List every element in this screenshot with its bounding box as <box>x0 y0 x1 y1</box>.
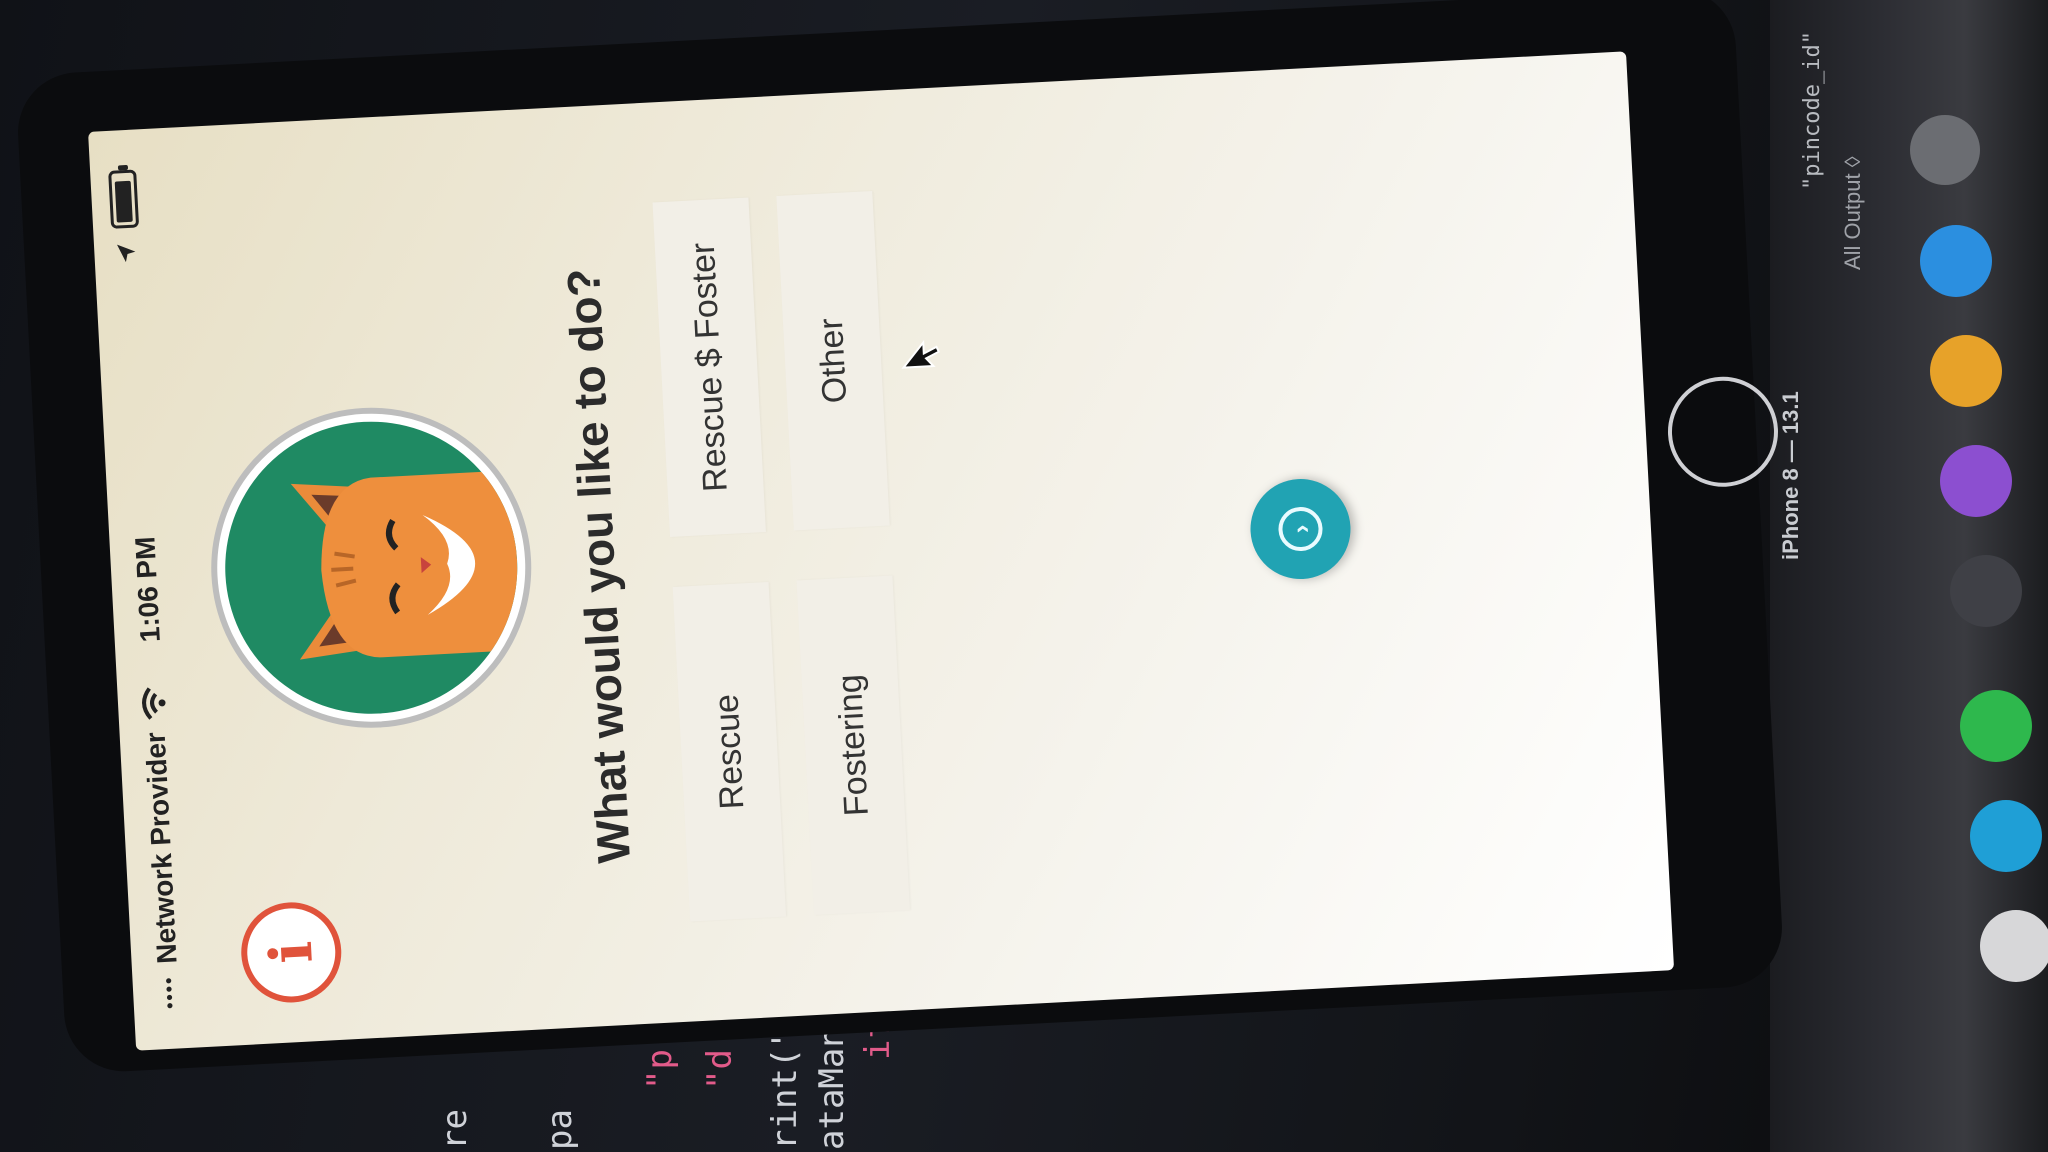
battery-icon <box>108 169 140 229</box>
books-icon[interactable] <box>1930 335 2002 407</box>
podcasts-icon[interactable] <box>1940 445 2012 517</box>
code-line: ataMan <box>812 1027 852 1150</box>
option-grid: Rescue Rescue $ Foster Fostering Other <box>652 190 910 922</box>
cat-illustration <box>217 414 525 722</box>
music-icon[interactable] <box>1950 555 2022 627</box>
code-line: re <box>435 1109 475 1150</box>
photos-icon[interactable] <box>1980 910 2048 982</box>
app-screen: •••• Network Provider 1:06 PM i What wou… <box>88 51 1674 1050</box>
location-icon <box>116 244 136 263</box>
app-store-icon[interactable] <box>1920 225 1992 297</box>
xcode-debug-area: iPhone 8 — 13.1 All Output ◊ "pincode_id… <box>1770 0 2048 1152</box>
cat-avatar <box>203 399 540 736</box>
iphone-device: •••• Network Provider 1:06 PM i What wou… <box>15 0 1785 1075</box>
phone-screen: •••• Network Provider 1:06 PM i What wou… <box>88 51 1675 1051</box>
battery-level <box>114 180 133 223</box>
option-rescue-foster-button[interactable]: Rescue $ Foster <box>652 197 766 538</box>
status-right <box>108 169 141 264</box>
code-line: rint(" <box>765 1027 805 1150</box>
info-icon: i <box>256 939 326 966</box>
next-button[interactable]: › <box>1247 476 1354 582</box>
clock: 1:06 PM <box>129 535 166 644</box>
info-button[interactable]: i <box>238 899 344 1005</box>
facetime-icon[interactable] <box>1970 800 2042 872</box>
mouse-cursor-icon <box>901 339 941 369</box>
messages-icon[interactable] <box>1960 690 2032 762</box>
output-filter[interactable]: All Output ◊ <box>1840 156 1866 270</box>
arrow-right-icon: › <box>1277 505 1324 553</box>
question-heading: What would you like to do? <box>556 267 641 865</box>
option-rescue-button[interactable]: Rescue <box>672 581 787 922</box>
console-text: "pincode_id" <box>1800 31 1825 190</box>
cat-face-icon <box>290 470 522 660</box>
code-line: "p <box>640 1049 680 1090</box>
option-other-button[interactable]: Other <box>776 190 890 531</box>
simulator-label: iPhone 8 — 13.1 <box>1778 391 1803 560</box>
settings-icon[interactable] <box>1910 115 1980 185</box>
code-line: pa <box>540 1109 580 1150</box>
status-bar: •••• Network Provider 1:06 PM <box>88 128 206 1050</box>
option-fostering-button[interactable]: Fostering <box>796 575 910 916</box>
code-line: "d <box>700 1049 740 1090</box>
